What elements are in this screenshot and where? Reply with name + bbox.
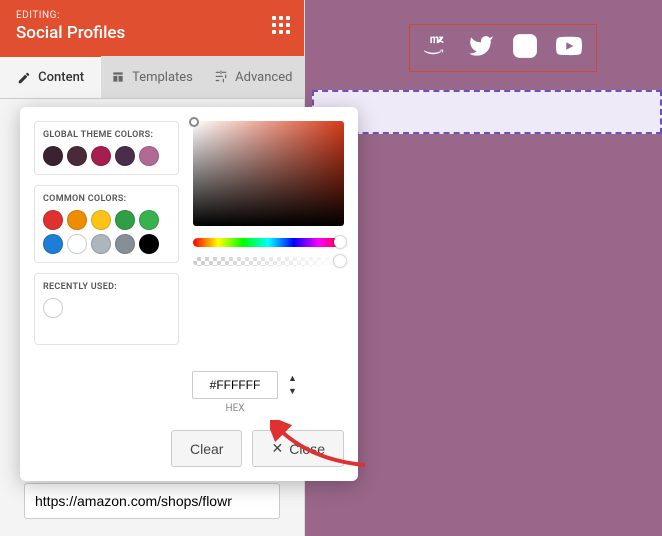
color-swatch[interactable]	[139, 146, 159, 166]
color-swatch[interactable]	[115, 146, 135, 166]
color-swatch[interactable]	[139, 234, 159, 254]
drop-zone[interactable]	[312, 90, 662, 134]
global-colors-label: GLOBAL THEME COLORS:	[43, 130, 170, 140]
tab-content-label: Content	[38, 70, 84, 85]
recent-colors-group: RECENTLY USED:	[34, 273, 179, 345]
format-stepper[interactable]: ▲▼	[288, 373, 297, 397]
common-colors-label: COMMON COLORS:	[43, 194, 170, 204]
social-profiles-preview	[409, 24, 597, 72]
tab-templates[interactable]: Templates	[101, 56, 202, 98]
global-colors-group: GLOBAL THEME COLORS:	[34, 121, 179, 175]
close-icon: ✕	[271, 440, 283, 457]
editing-label: EDITING:	[16, 10, 288, 21]
hex-label: HEX	[192, 403, 278, 414]
drag-handle-icon[interactable]	[272, 16, 290, 34]
clear-button[interactable]: Clear	[171, 430, 242, 467]
tabs: Content Templates Advanced	[0, 56, 304, 99]
color-swatch[interactable]	[67, 146, 87, 166]
color-swatch[interactable]	[91, 234, 111, 254]
panel-header: EDITING: Social Profiles	[0, 0, 304, 56]
alpha-slider[interactable]	[193, 257, 344, 266]
tab-content[interactable]: Content	[0, 55, 101, 98]
alpha-thumb[interactable]	[334, 255, 346, 267]
color-swatch[interactable]	[91, 146, 111, 166]
color-swatch[interactable]	[139, 210, 159, 230]
color-swatch[interactable]	[115, 210, 135, 230]
hue-slider[interactable]	[193, 238, 344, 247]
color-swatch[interactable]	[43, 298, 63, 318]
tab-templates-label: Templates	[132, 70, 193, 85]
common-colors-group: COMMON COLORS:	[34, 185, 179, 263]
color-swatch[interactable]	[43, 210, 63, 230]
editor-canvas	[305, 0, 662, 536]
color-picker-popover: GLOBAL THEME COLORS: COMMON COLORS: RECE…	[20, 107, 358, 481]
tab-advanced-label: Advanced	[235, 70, 292, 85]
color-swatch[interactable]	[43, 234, 63, 254]
color-swatch[interactable]	[91, 210, 111, 230]
picker-cursor[interactable]	[189, 117, 199, 127]
saturation-value-picker[interactable]	[193, 121, 344, 226]
hue-thumb[interactable]	[334, 236, 346, 248]
color-swatch[interactable]	[67, 234, 87, 254]
color-swatch[interactable]	[43, 146, 63, 166]
chevron-down-icon[interactable]: ▼	[288, 386, 297, 397]
color-swatch[interactable]	[115, 234, 135, 254]
tab-advanced[interactable]: Advanced	[203, 56, 304, 98]
hex-input[interactable]	[192, 371, 278, 399]
color-swatch[interactable]	[67, 210, 87, 230]
twitter-icon[interactable]	[468, 33, 494, 63]
panel-title: Social Profiles	[16, 23, 288, 43]
instagram-icon[interactable]	[512, 33, 538, 63]
url-input[interactable]	[24, 483, 280, 519]
amazon-icon[interactable]	[424, 33, 450, 63]
chevron-up-icon[interactable]: ▲	[288, 373, 297, 384]
recent-colors-label: RECENTLY USED:	[43, 282, 170, 292]
close-button[interactable]: ✕Close	[252, 430, 344, 467]
youtube-icon[interactable]	[556, 33, 582, 63]
